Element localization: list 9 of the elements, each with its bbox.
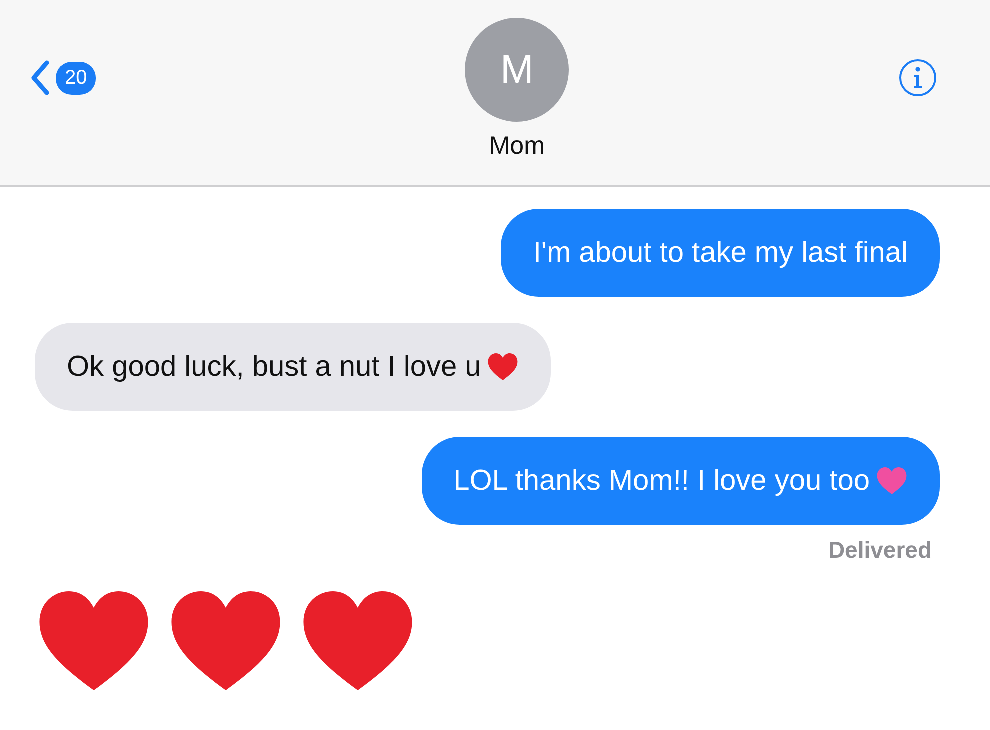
unread-count-badge: 20 xyxy=(56,62,96,94)
received-message-bubble: Ok good luck, bust a nut I love u xyxy=(35,323,552,411)
info-icon[interactable] xyxy=(898,58,938,98)
contact-avatar[interactable]: M xyxy=(465,18,570,122)
back-chevron-icon[interactable] xyxy=(30,60,50,96)
sent-message-bubble: I'm about to take my last final xyxy=(501,209,940,297)
delivery-status: Delivered xyxy=(828,537,932,564)
contact-name: Mom xyxy=(489,132,545,161)
sent-message-bubble: LOL thanks Mom!! I love you too xyxy=(422,437,940,525)
